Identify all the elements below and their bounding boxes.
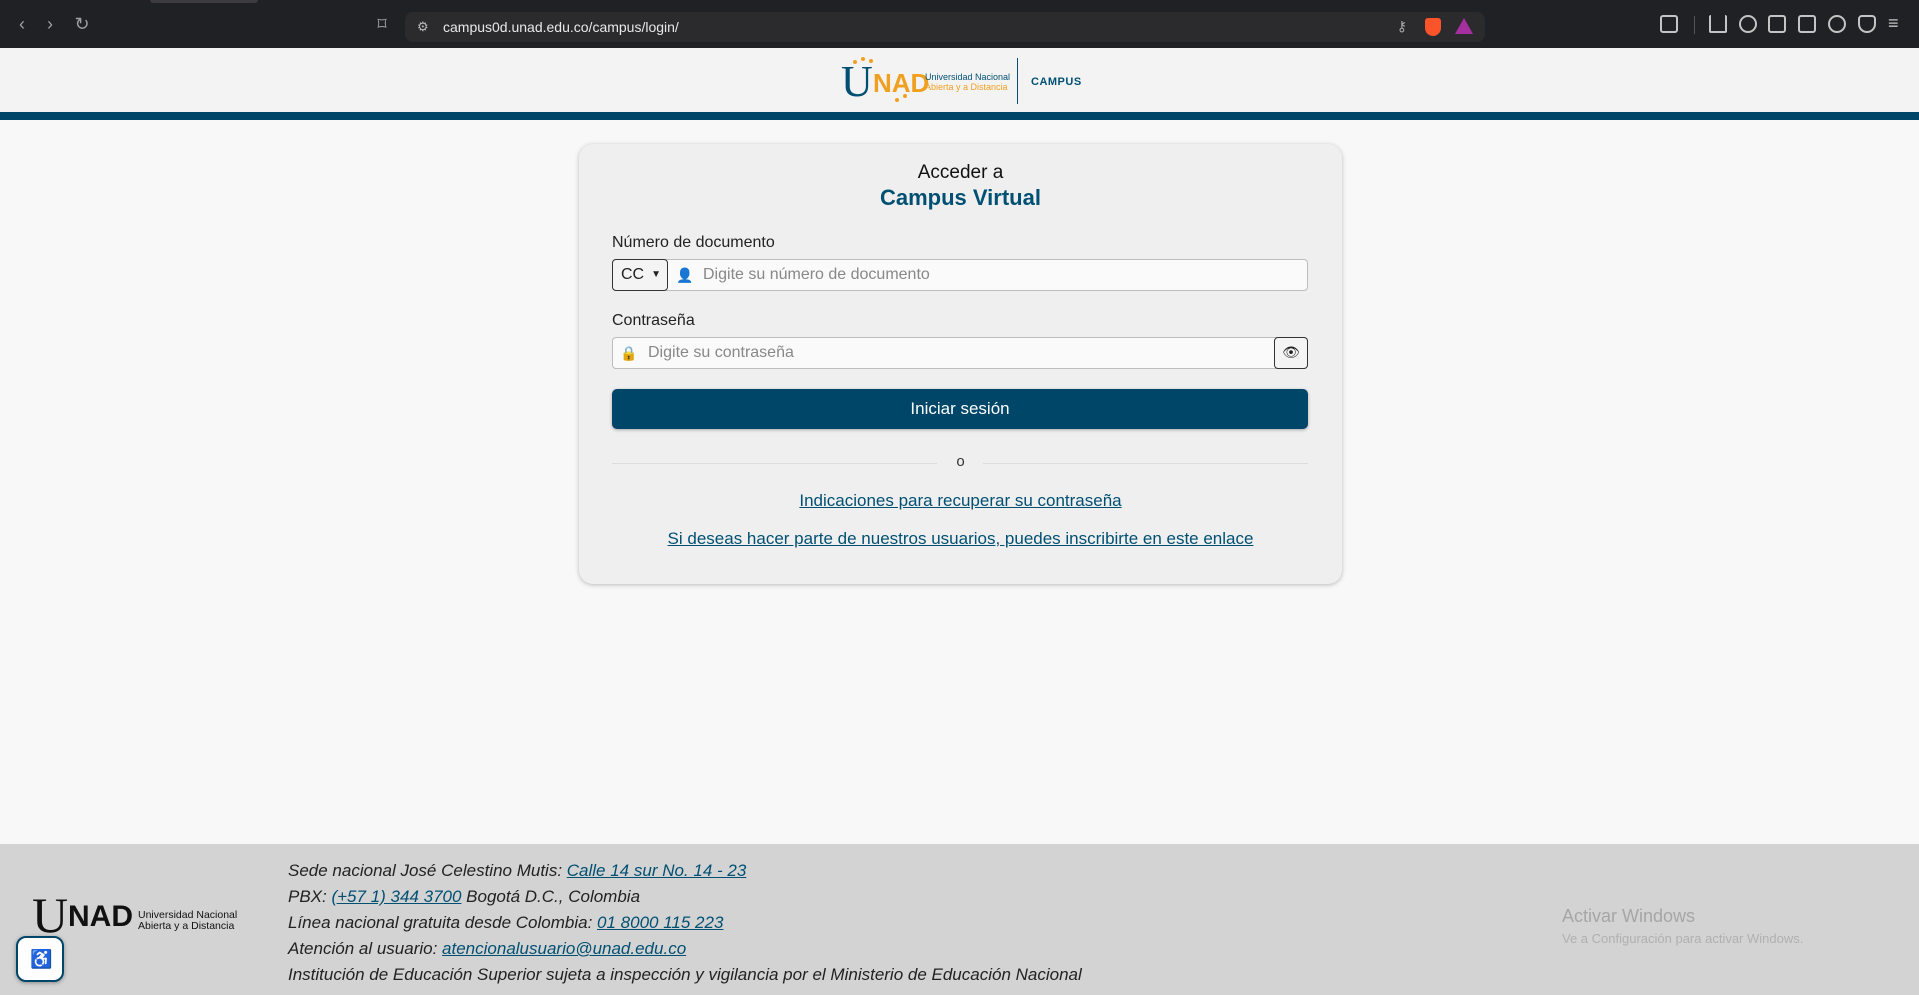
active-tab[interactable] bbox=[150, 0, 258, 3]
pbx-phone-link[interactable]: (+57 1) 344 3700 bbox=[331, 887, 461, 906]
logo-dot bbox=[861, 57, 865, 61]
footer-pbx: PBX: (+57 1) 344 3700 Bogotá D.C., Colom… bbox=[288, 884, 1082, 910]
footer-logo-nad: NAD bbox=[68, 900, 133, 933]
footer-atencion: Atención al usuario: atencionalusuario@u… bbox=[288, 936, 1082, 962]
sede-address-link[interactable]: Calle 14 sur No. 14 - 23 bbox=[567, 861, 747, 880]
footer-logo-name-line2: Abierta y a Distancia bbox=[138, 920, 235, 932]
footer-logo: U NAD Universidad Nacional Abierta y a D… bbox=[32, 890, 242, 946]
address-bar[interactable]: ⚙ campus0d.unad.edu.co/campus/login/ ⚷ bbox=[405, 12, 1485, 42]
logo-dot bbox=[903, 94, 907, 98]
sidebar-icon[interactable] bbox=[1768, 15, 1786, 33]
bookmark-icon[interactable]: ⌑ bbox=[372, 14, 392, 34]
footer-logo-name: Universidad Nacional Abierta y a Distanc… bbox=[138, 910, 237, 932]
leo-ai-icon[interactable] bbox=[1828, 15, 1846, 33]
linea-phone-link[interactable]: 01 8000 115 223 bbox=[597, 913, 723, 932]
logo-dot bbox=[869, 59, 873, 63]
accessibility-icon: ♿ bbox=[30, 949, 53, 969]
recover-password-link: Indicaciones para recuperar su contraseñ… bbox=[579, 491, 1342, 511]
atencion-email-link[interactable]: atencionalusuario@unad.edu.co bbox=[442, 939, 686, 958]
wallet-icon[interactable] bbox=[1798, 15, 1816, 33]
brave-shield-icon[interactable] bbox=[1425, 18, 1441, 36]
linea-prefix: Línea nacional gratuita desde Colombia: bbox=[288, 913, 598, 932]
user-icon: 👤 bbox=[676, 267, 694, 283]
logo-name-line2: Abierta y a Distancia bbox=[925, 82, 1008, 92]
menu-icon[interactable]: ≡ bbox=[1888, 14, 1906, 33]
chevron-down-icon: ▼ bbox=[651, 269, 661, 280]
media-icon[interactable] bbox=[1739, 15, 1757, 33]
sede-prefix: Sede nacional José Celestino Mutis: bbox=[288, 861, 567, 880]
atencion-prefix: Atención al usuario: bbox=[288, 939, 443, 958]
logo-dot bbox=[895, 98, 899, 102]
site-info-icon[interactable]: ⚙ bbox=[417, 19, 433, 35]
screenshot-icon[interactable] bbox=[1660, 15, 1678, 33]
download-icon[interactable] bbox=[1709, 15, 1727, 33]
register-text[interactable]: Si deseas hacer parte de nuestros usuari… bbox=[668, 529, 1254, 548]
reload-icon[interactable]: ↻ bbox=[72, 14, 92, 34]
brave-rewards-icon[interactable] bbox=[1455, 18, 1473, 34]
document-type-value: CC bbox=[621, 266, 645, 283]
logo-name-line1: Universidad Nacional bbox=[925, 72, 1011, 82]
vpn-icon[interactable] bbox=[1858, 15, 1876, 33]
document-field: CC ▼ 👤 Digite su número de documento bbox=[612, 259, 1308, 291]
password-label: Contraseña bbox=[612, 312, 695, 329]
login-heading-line2: Campus Virtual bbox=[880, 185, 1041, 210]
logo-institution-name: Universidad Nacional Abierta y a Distanc… bbox=[925, 72, 1015, 92]
header-accent-bar bbox=[0, 112, 1919, 120]
key-icon[interactable]: ⚷ bbox=[1397, 18, 1407, 35]
site-footer: U NAD Universidad Nacional Abierta y a D… bbox=[0, 844, 1919, 995]
site-header: U NAD Universidad Nacional Abierta y a D… bbox=[0, 48, 1919, 120]
logo-dot bbox=[853, 60, 857, 64]
password-input[interactable]: Digite su contraseña bbox=[648, 338, 794, 368]
browser-toolbar: ‹ › ↻ ⌑ ⚙ campus0d.unad.edu.co/campus/lo… bbox=[0, 0, 1919, 48]
toolbar-separator bbox=[1694, 16, 1695, 34]
password-field: 🔒 Digite su contraseña 👁 bbox=[612, 337, 1308, 369]
footer-contact: Sede nacional José Celestino Mutis: Call… bbox=[288, 858, 1082, 988]
url-text[interactable]: campus0d.unad.edu.co/campus/login/ bbox=[443, 19, 679, 35]
document-input[interactable]: Digite su número de documento bbox=[703, 260, 930, 290]
recover-password-text[interactable]: Indicaciones para recuperar su contraseñ… bbox=[799, 491, 1121, 510]
login-button[interactable]: Iniciar sesión bbox=[612, 389, 1308, 429]
footer-logo-u: U bbox=[32, 887, 69, 943]
document-type-select[interactable]: CC ▼ bbox=[612, 259, 668, 291]
document-label: Número de documento bbox=[612, 234, 775, 251]
show-password-button[interactable]: 👁 bbox=[1274, 337, 1308, 369]
accessibility-button[interactable]: ♿ bbox=[16, 936, 64, 982]
pbx-prefix: PBX: bbox=[288, 887, 332, 906]
footer-institucion: Institución de Educación Superior sujeta… bbox=[288, 965, 1082, 984]
windows-activation-subtitle: Ve a Configuración para activar Windows. bbox=[1562, 931, 1804, 946]
eye-icon: 👁 bbox=[1282, 344, 1300, 360]
lock-icon: 🔒 bbox=[620, 345, 638, 361]
forward-icon[interactable]: › bbox=[40, 14, 60, 34]
back-icon[interactable]: ‹ bbox=[12, 14, 32, 34]
login-card: Acceder a Campus Virtual Número de docum… bbox=[579, 144, 1342, 584]
logo-u: U bbox=[841, 57, 873, 106]
or-separator: o bbox=[956, 453, 965, 470]
login-heading-line1: Acceder a bbox=[917, 162, 1004, 183]
register-link: Si deseas hacer parte de nuestros usuari… bbox=[579, 529, 1342, 549]
footer-linea: Línea nacional gratuita desde Colombia: … bbox=[288, 910, 1082, 936]
logo-nad: NAD bbox=[873, 68, 930, 98]
footer-sede: Sede nacional José Celestino Mutis: Call… bbox=[288, 858, 1082, 884]
pbx-suffix: Bogotá D.C., Colombia bbox=[461, 887, 641, 906]
logo-divider bbox=[1017, 58, 1018, 104]
campus-label: CAMPUS bbox=[1031, 76, 1082, 88]
windows-activation-title: Activar Windows bbox=[1562, 906, 1696, 926]
